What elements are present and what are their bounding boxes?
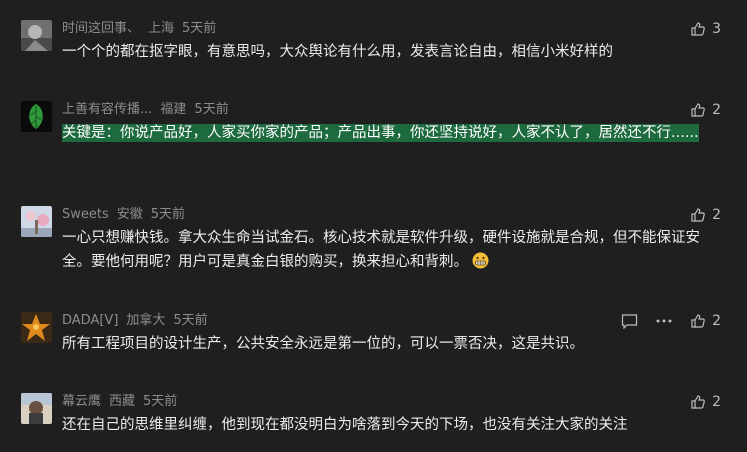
like-count: 2 <box>712 102 721 118</box>
comment-actions: 2 <box>690 393 721 411</box>
comment-list: 时间这回事、 上海 5天前 3 一个个的都在抠字眼，有意思吗，大众舆论有什么用，发表… <box>0 0 747 452</box>
more-button[interactable] <box>656 319 672 323</box>
comment-meta: 上善有容传播... 福建 5天前 <box>62 101 237 119</box>
more-icon <box>656 319 672 323</box>
author-name[interactable]: DADA[V] <box>62 313 118 328</box>
comment-text: 还在自己的思维里纠缠，他到现在都没明白为啥落到今天的下场，也没有关注大家的关注 <box>62 417 628 433</box>
comment-text: 一心只想赚快钱。拿大众生命当试金石。核心技术就是软件升级，硬件设施就是合规，但不… <box>62 226 712 277</box>
comment-time: 5天前 <box>194 102 229 117</box>
comment-meta: 幕云鹰 西藏 5天前 <box>62 393 185 411</box>
comment-meta: DADA[V] 加拿大 5天前 <box>62 312 216 330</box>
like-button[interactable]: 2 <box>690 393 721 411</box>
comment-text-body: 一心只想赚快钱。拿大众生命当试金石。核心技术就是软件升级，硬件设施就是合规，但不… <box>62 230 700 270</box>
author-name[interactable]: 时间这回事、 <box>62 21 140 36</box>
like-count: 2 <box>712 313 721 329</box>
comment-actions: 3 <box>690 20 721 38</box>
author-name[interactable]: Sweets <box>62 207 109 222</box>
thumbs-up-icon <box>690 102 706 118</box>
author-location: 加拿大 <box>126 313 166 328</box>
avatar[interactable] <box>21 101 52 132</box>
comment-actions: 2 <box>690 206 721 224</box>
avatar[interactable] <box>21 393 52 424</box>
author-location: 安徽 <box>116 207 143 222</box>
like-count: 2 <box>712 394 721 410</box>
like-button[interactable]: 2 <box>690 101 721 119</box>
avatar[interactable] <box>21 312 52 343</box>
like-count: 3 <box>712 21 721 37</box>
comment-time: 5天前 <box>150 207 186 222</box>
author-location: 福建 <box>160 102 187 117</box>
author-location: 上海 <box>148 21 175 36</box>
comment-meta: 时间这回事、 上海 5天前 <box>62 20 224 38</box>
highlighted-text: 关键是：你说产品好，人家买你家的产品；产品出事，你还坚持说好，人家不认了，居然还… <box>62 124 699 142</box>
thumbs-up-icon <box>690 21 706 37</box>
comment-actions: 2 <box>690 101 721 119</box>
thumbs-up-icon <box>690 207 706 223</box>
comment-icon <box>621 313 638 329</box>
thumbs-up-icon <box>690 313 706 329</box>
grimacing-emoji <box>472 252 489 277</box>
like-button[interactable]: 2 <box>690 206 721 224</box>
comment-text: 关键是：你说产品好，人家买你家的产品；产品出事，你还坚持说好，人家不认了，居然还… <box>62 121 704 145</box>
author-name[interactable]: 上善有容传播... <box>62 102 152 117</box>
comment-text: 一个个的都在抠字眼，有意思吗，大众舆论有什么用，发表言论自由，相信小米好样的 <box>62 44 613 60</box>
like-button[interactable]: 2 <box>690 312 721 330</box>
like-count: 2 <box>712 207 721 223</box>
comment-actions: 2 <box>621 312 721 330</box>
comment-text: 所有工程项目的设计生产，公共安全永远是第一位的，可以一票否决，这是共识。 <box>62 336 584 352</box>
thumbs-up-icon <box>690 394 706 410</box>
comment-time: 5天前 <box>173 313 208 328</box>
comment-meta: Sweets 安徽 5天前 <box>62 206 193 224</box>
author-location: 西藏 <box>109 394 136 409</box>
avatar[interactable] <box>21 206 52 237</box>
reply-button[interactable] <box>621 313 638 329</box>
avatar[interactable] <box>21 20 52 51</box>
comment-time: 5天前 <box>143 394 178 409</box>
comment-time: 5天前 <box>182 21 217 36</box>
author-name[interactable]: 幕云鹰 <box>62 394 101 409</box>
like-button[interactable]: 3 <box>690 20 721 38</box>
